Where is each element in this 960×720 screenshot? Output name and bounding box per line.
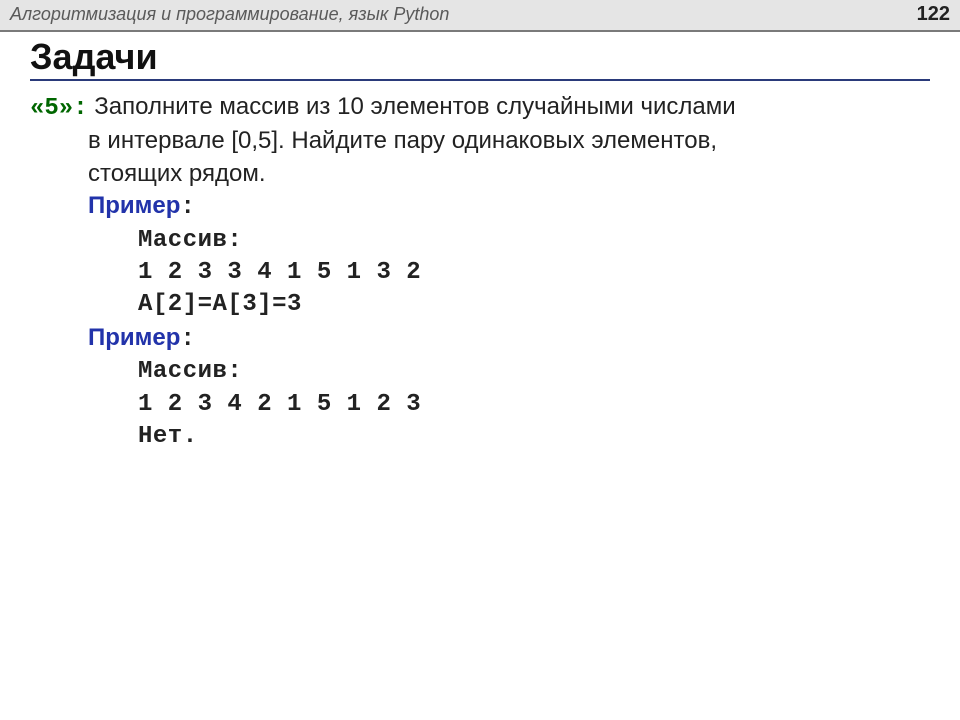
example-2-line-3: Нет.	[138, 421, 930, 453]
task-block: «5»: Заполните массив из 10 элементов сл…	[30, 91, 930, 453]
example-2-label: Пример:	[88, 322, 930, 356]
header-bar: Алгоритмизация и программирование, язык …	[0, 0, 960, 32]
example-word: Пример	[88, 324, 180, 351]
example-1-line-3: A[2]=A[3]=3	[138, 289, 930, 321]
header-title: Алгоритмизация и программирование, язык …	[10, 4, 449, 25]
example-1-line-1: Массив:	[138, 225, 930, 257]
task-body: «5»: Заполните массив из 10 элементов сл…	[30, 91, 930, 453]
example-colon: :	[180, 194, 194, 221]
slide-content: Задачи «5»: Заполните массив из 10 элеме…	[0, 32, 960, 453]
task-line-1: «5»: Заполните массив из 10 элементов сл…	[30, 91, 930, 125]
example-1-label: Пример:	[88, 190, 930, 224]
task-text-1: Заполните массив из 10 элементов случайн…	[88, 93, 736, 120]
example-colon: :	[180, 326, 194, 353]
example-word: Пример	[88, 192, 180, 219]
example-1-line-2: 1 2 3 3 4 1 5 1 3 2	[138, 257, 930, 289]
task-line-3: стоящих рядом.	[88, 158, 930, 190]
example-2-line-2: 1 2 3 4 2 1 5 1 2 3	[138, 389, 930, 421]
page-number: 122	[917, 3, 950, 26]
task-line-2: в интервале [0,5]. Найдите пару одинаков…	[88, 125, 930, 157]
slide-title: Задачи	[30, 36, 930, 81]
example-2-line-1: Массив:	[138, 356, 930, 388]
task-label: «5»:	[30, 95, 88, 122]
